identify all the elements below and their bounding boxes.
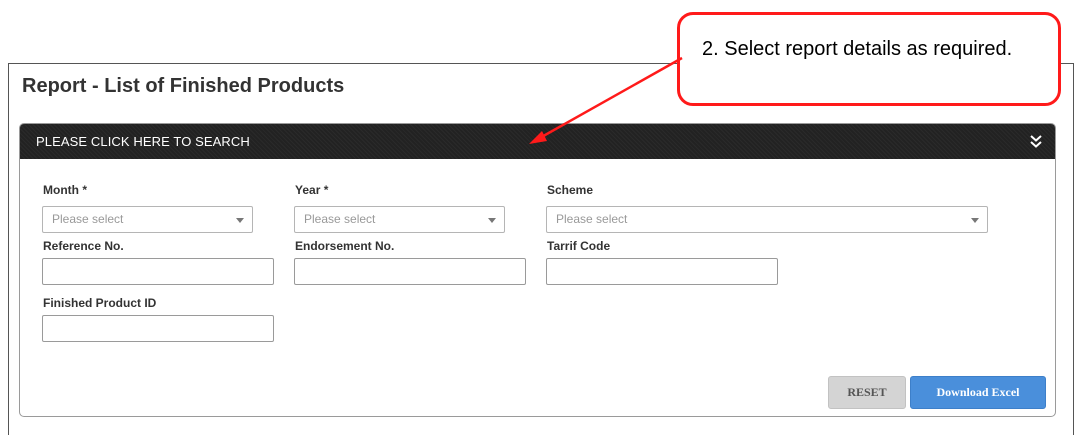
annotation-text: 2. Select report details as required. xyxy=(702,38,1013,60)
year-select-value: Please select xyxy=(304,212,376,226)
caret-down-icon xyxy=(971,218,979,223)
search-panel-header-label: PLEASE CLICK HERE TO SEARCH xyxy=(36,134,250,149)
scheme-label: Scheme xyxy=(547,183,594,197)
endorsement-no-label: Endorsement No. xyxy=(295,239,395,253)
reference-no-input[interactable] xyxy=(42,258,274,285)
month-select[interactable]: Please select xyxy=(42,206,253,233)
download-excel-button[interactable]: Download Excel xyxy=(910,376,1046,409)
finished-product-id-input[interactable] xyxy=(42,315,274,342)
search-panel-header[interactable]: PLEASE CLICK HERE TO SEARCH xyxy=(20,124,1055,159)
year-label: Year * xyxy=(295,183,329,197)
caret-down-icon xyxy=(236,218,244,223)
tarrif-code-input[interactable] xyxy=(546,258,778,285)
reference-no-label: Reference No. xyxy=(43,239,124,253)
reset-button[interactable]: RESET xyxy=(828,376,906,409)
tarrif-code-label: Tarrif Code xyxy=(547,239,611,253)
endorsement-no-input[interactable] xyxy=(294,258,526,285)
scheme-select[interactable]: Please select xyxy=(546,206,988,233)
month-select-value: Please select xyxy=(52,212,124,226)
finished-product-id-label: Finished Product ID xyxy=(43,296,157,310)
caret-down-icon xyxy=(488,218,496,223)
annotation-callout: 2. Select report details as required. xyxy=(677,12,1061,106)
page-title: Report - List of Finished Products xyxy=(22,75,345,97)
search-panel: PLEASE CLICK HERE TO SEARCH Month * Plea… xyxy=(19,123,1056,417)
year-select[interactable]: Please select xyxy=(294,206,505,233)
month-label: Month * xyxy=(43,183,87,197)
scheme-select-value: Please select xyxy=(556,212,628,226)
double-chevron-down-icon[interactable] xyxy=(1029,133,1043,149)
